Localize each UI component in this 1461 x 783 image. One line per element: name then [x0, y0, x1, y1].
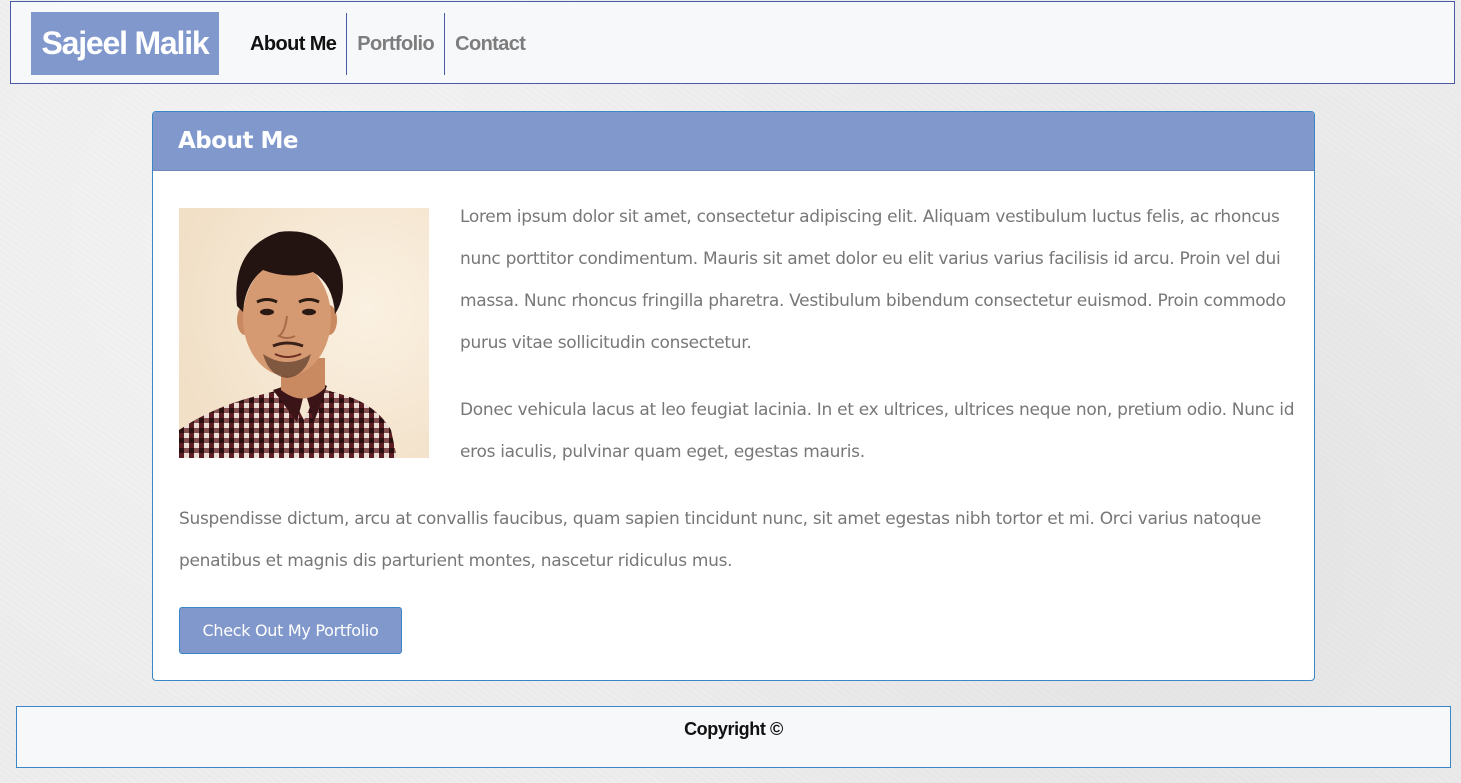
check-out-portfolio-button[interactable]: Check Out My Portfolio: [179, 607, 402, 654]
about-card: About Me Lorem ipsum dolor sit amet, con…: [152, 111, 1315, 681]
brand-logo[interactable]: Sajeel Malik: [31, 12, 219, 75]
about-title: About Me: [178, 128, 298, 154]
nav-menu: About Me Portfolio Contact: [240, 13, 535, 75]
nav-item-about-me[interactable]: About Me: [240, 13, 346, 75]
about-paragraph-2: Donec vehicula lacus at leo feugiat laci…: [460, 400, 1295, 462]
footer: Copyright ©: [16, 706, 1451, 768]
navbar: Sajeel Malik About Me Portfolio Contact: [10, 1, 1455, 84]
copyright-text: Copyright ©: [684, 719, 783, 739]
profile-photo: [179, 208, 429, 458]
about-paragraph-1: Lorem ipsum dolor sit amet, consectetur …: [460, 207, 1286, 353]
about-paragraph-3: Suspendisse dictum, arcu at convallis fa…: [179, 509, 1261, 571]
about-card-header: About Me: [153, 112, 1314, 171]
nav-item-contact[interactable]: Contact: [444, 13, 535, 75]
nav-item-portfolio[interactable]: Portfolio: [346, 13, 444, 75]
